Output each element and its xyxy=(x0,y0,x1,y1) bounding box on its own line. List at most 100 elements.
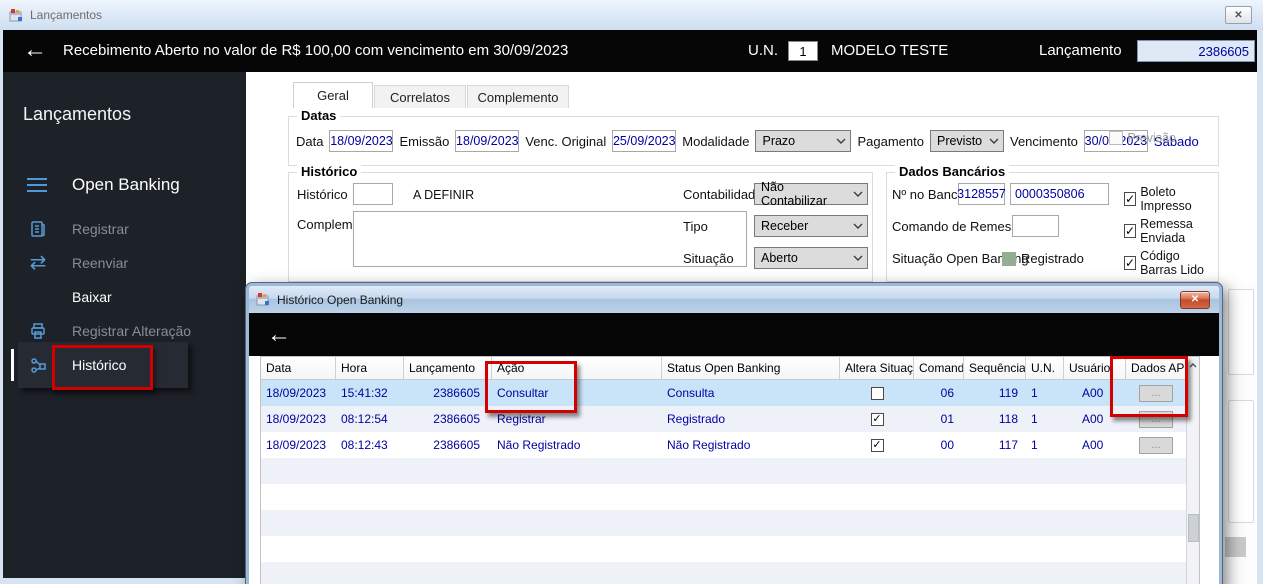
situacao-label: Situação xyxy=(683,251,734,266)
checkbox-icon xyxy=(1109,131,1124,145)
grid-row-consultar[interactable]: 18/09/2023 15:41:32 2386605 Consultar Co… xyxy=(261,380,1199,406)
boleto-impresso-checkbox[interactable]: ✓ Boleto Impresso xyxy=(1124,185,1218,213)
group-historico: Histórico Histórico A DEFINIR Complement… xyxy=(288,164,873,282)
group-datas: Datas Data 18/09/2023 Emissão 18/09/2023… xyxy=(288,108,1219,166)
historico-code-input[interactable] xyxy=(353,183,393,205)
col-hora[interactable]: Hora xyxy=(336,357,404,379)
tipo-label: Tipo xyxy=(683,219,708,234)
scrollbar-thumb[interactable] xyxy=(1188,514,1199,542)
chevron-down-icon xyxy=(853,255,863,261)
menu-icon[interactable] xyxy=(27,178,49,192)
n-banco-input-1[interactable]: 3128557 xyxy=(957,183,1006,205)
background-form-sliver xyxy=(1222,283,1257,584)
situacao-open-banking-value: Registrado xyxy=(1021,251,1084,266)
annotation-box-acao xyxy=(485,361,577,413)
group-historico-title: Histórico xyxy=(297,164,362,179)
background-groupbox xyxy=(1228,400,1254,523)
background-button-corner xyxy=(1225,537,1246,557)
dialog-titlebar: Histórico Open Banking ✕ xyxy=(249,286,1219,313)
window-close-button[interactable]: ✕ xyxy=(1225,6,1252,24)
altera-situacao-checkbox[interactable]: ✓ xyxy=(870,412,884,426)
annotation-box-dados-api xyxy=(1110,356,1188,417)
dados-api-button[interactable]: ... xyxy=(1139,436,1173,454)
sidebar: Lançamentos Open Banking Registrar ⇄ Ree… xyxy=(3,72,246,578)
record-description: Recebimento Aberto no valor de R$ 100,00… xyxy=(63,42,569,59)
close-icon: ✕ xyxy=(1234,9,1243,21)
status-green-swatch xyxy=(1002,252,1016,266)
group-datas-title: Datas xyxy=(297,108,341,123)
lancamento-number-field[interactable]: 2386605 xyxy=(1137,40,1255,62)
group-dados-bancarios: Dados Bancários Nº no Banco 3128557 0000… xyxy=(886,164,1219,282)
modalidade-select[interactable]: Prazo xyxy=(755,130,852,152)
altera-situacao-checkbox[interactable]: ✓ xyxy=(870,438,884,452)
app-icon xyxy=(256,293,269,306)
close-icon: ✕ xyxy=(1190,294,1200,305)
situacao-select[interactable]: Aberto xyxy=(754,247,868,269)
vencimento-label: Vencimento xyxy=(1009,133,1078,149)
dialog-header-bar: ← xyxy=(249,313,1219,356)
sidebar-item-registrar[interactable]: Registrar xyxy=(3,212,246,246)
grid-empty-stripes xyxy=(261,458,1186,584)
col-sequencia[interactable]: Sequência xyxy=(964,357,1026,379)
dialog-back-button[interactable]: ← xyxy=(267,321,291,349)
tab-complemento[interactable]: Complemento xyxy=(467,85,569,108)
document-icon xyxy=(27,219,49,239)
un-input[interactable]: 1 xyxy=(788,41,818,61)
app-icon xyxy=(9,8,22,21)
tab-geral[interactable]: Geral xyxy=(293,82,373,108)
col-status-open-banking[interactable]: Status Open Banking xyxy=(662,357,840,379)
un-label: U.N. xyxy=(748,42,778,59)
sidebar-section-open-banking: Open Banking xyxy=(3,168,246,202)
previsao-checkbox[interactable]: Previsão xyxy=(1109,131,1176,145)
sidebar-item-baixar[interactable]: Baixar xyxy=(3,280,246,314)
dialog-close-button[interactable]: ✕ xyxy=(1180,290,1210,309)
tab-correlatos[interactable]: Correlatos xyxy=(374,85,466,108)
historico-label: Histórico xyxy=(297,187,348,202)
back-button[interactable]: ← xyxy=(23,30,47,70)
background-groupbox xyxy=(1228,289,1254,375)
venc-original-input[interactable]: 25/09/2023 xyxy=(612,130,677,152)
sidebar-section-label: Open Banking xyxy=(72,175,180,194)
grid-row-registrar[interactable]: 18/09/2023 08:12:54 2386605 Registrar Re… xyxy=(261,406,1199,432)
window-border-right xyxy=(1257,30,1263,584)
codigo-barras-lido-checkbox[interactable]: ✓ Código Barras Lido xyxy=(1124,249,1218,277)
chevron-down-icon xyxy=(836,138,846,144)
comando-remessa-input[interactable] xyxy=(1012,215,1059,237)
tipo-select[interactable]: Receber xyxy=(754,215,868,237)
grid-row-nao-registrado[interactable]: 18/09/2023 08:12:43 2386605 Não Registra… xyxy=(261,432,1199,458)
contabilidade-select[interactable]: Não Contabilizar xyxy=(754,180,868,208)
transfer-arrows-icon: ⇄ xyxy=(29,252,47,274)
lancamento-label: Lançamento xyxy=(1039,42,1122,59)
checkbox-checked-icon: ✓ xyxy=(1124,192,1137,206)
chevron-down-icon xyxy=(853,191,863,197)
checkbox-checked-icon: ✓ xyxy=(1124,224,1137,238)
col-lancamento[interactable]: Lançamento xyxy=(404,357,492,379)
window-border-bottom xyxy=(0,578,246,584)
company-name: MODELO TESTE xyxy=(831,42,949,59)
col-altera-situacao[interactable]: Altera Situação xyxy=(840,357,914,379)
n-banco-input-2[interactable]: 0000350806 xyxy=(1010,183,1109,205)
sidebar-item-reenviar[interactable]: ⇄ Reenviar xyxy=(3,246,246,280)
emissao-input[interactable]: 18/09/2023 xyxy=(455,130,520,152)
sidebar-item-registrar-alteracao[interactable]: Registrar Alteração xyxy=(3,314,246,348)
remessa-enviada-checkbox[interactable]: ✓ Remessa Enviada xyxy=(1124,217,1218,245)
data-input[interactable]: 18/09/2023 xyxy=(329,130,394,152)
sidebar-title: Lançamentos xyxy=(23,104,132,124)
chevron-down-icon xyxy=(989,138,999,144)
app-window: Lançamentos ✕ ← Recebimento Aberto no va… xyxy=(0,0,1263,584)
printer-icon xyxy=(27,321,49,341)
col-un[interactable]: U.N. xyxy=(1026,357,1064,379)
history-grid: Data Hora Lançamento Ação Status Open Ba… xyxy=(260,356,1200,584)
altera-situacao-checkbox[interactable] xyxy=(870,386,884,400)
grid-header-row: Data Hora Lançamento Ação Status Open Ba… xyxy=(261,357,1199,380)
col-comando[interactable]: Comando xyxy=(914,357,964,379)
emissao-label: Emissão xyxy=(399,133,450,149)
modalidade-label: Modalidade xyxy=(682,133,750,149)
historico-description: A DEFINIR xyxy=(413,188,475,202)
scroll-up-icon[interactable] xyxy=(1187,357,1199,374)
comando-remessa-label: Comando de Remessa xyxy=(892,219,1025,234)
col-data[interactable]: Data xyxy=(261,357,336,379)
pagamento-select[interactable]: Previsto xyxy=(929,130,1004,152)
record-header-bar: ← Recebimento Aberto no valor de R$ 100,… xyxy=(3,30,1257,72)
data-label: Data xyxy=(296,133,324,149)
